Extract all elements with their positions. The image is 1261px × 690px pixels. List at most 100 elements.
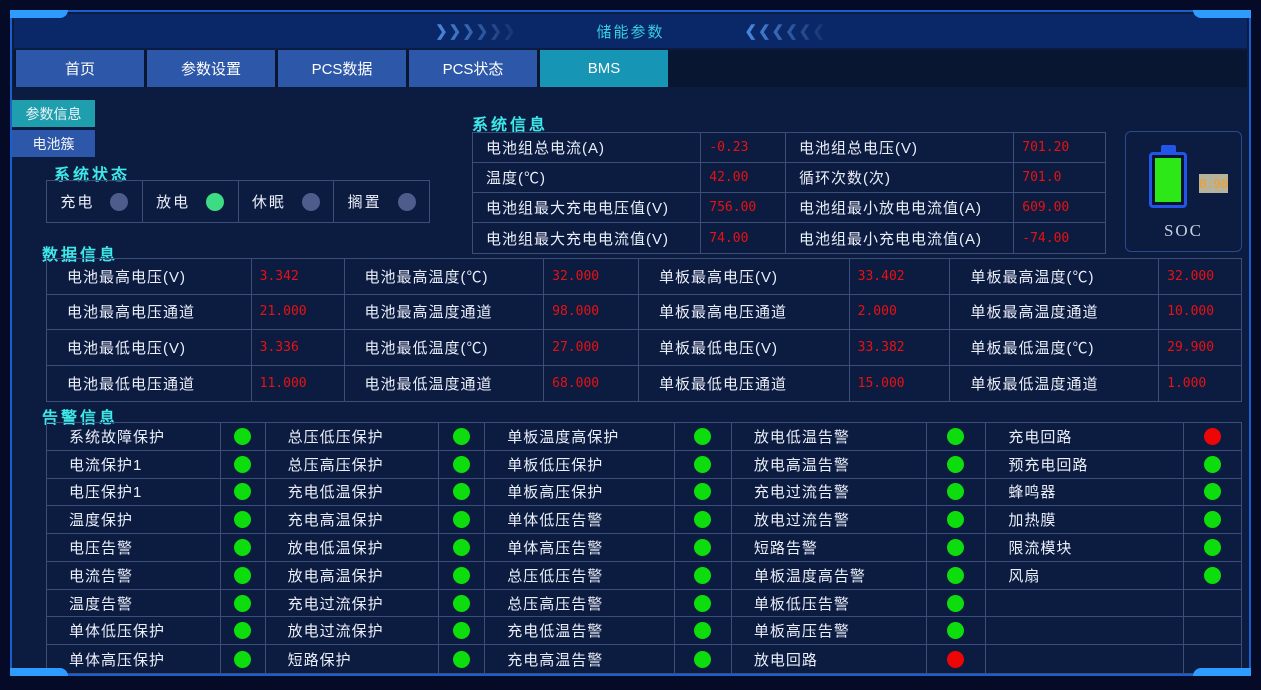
alarm-label-cell: 充电高温告警 <box>485 645 675 673</box>
alarm-indicator-icon <box>453 538 471 556</box>
label-cell: 单板最高温度(℃) <box>950 259 1160 295</box>
label-cell: 电池组最大充电电压值(V) <box>473 193 702 223</box>
alarm-indicator-icon <box>694 483 712 501</box>
tab-1[interactable]: 首页 <box>16 50 144 87</box>
alarm-dot-cell <box>221 645 266 673</box>
side-button-1[interactable]: 参数信息 <box>12 100 95 127</box>
alarm-indicator-icon <box>947 650 965 668</box>
alarm-label-cell: 限流模块 <box>986 534 1185 562</box>
data-info-table: 电池最高电压(V) 3.342 电池最高温度(℃) 32.000 单板最高电压(V) 33… <box>46 258 1242 402</box>
alarm-label-cell: 单体高压保护 <box>47 645 221 673</box>
alarm-label-cell: 单体低压告警 <box>485 506 675 535</box>
tab-3[interactable]: PCS数据 <box>278 50 406 87</box>
tab-2[interactable]: 参数设置 <box>147 50 275 87</box>
alarm-label-cell <box>986 645 1185 673</box>
alarm-label-cell: 放电过流保护 <box>265 617 440 646</box>
alarm-indicator-icon <box>1204 483 1222 501</box>
alarm-dot-cell <box>1184 534 1241 562</box>
corner-accent-top-left <box>10 10 68 18</box>
alarm-indicator-icon <box>234 483 252 501</box>
alarm-dot-cell <box>439 478 486 507</box>
status-cell-3: 休眠 <box>239 181 335 222</box>
alarm-label-cell <box>986 617 1185 646</box>
alarm-dot-cell <box>674 478 732 507</box>
label-cell: 循环次数(次) <box>786 163 1015 193</box>
status-label: 放电 <box>156 194 191 211</box>
tab-5[interactable]: BMS <box>540 50 668 87</box>
alarm-dot-cell <box>220 478 266 507</box>
label-cell: 单板最低温度通道 <box>950 365 1160 401</box>
alarm-dot-cell <box>220 450 266 479</box>
value-cell: -74.00 <box>1022 230 1070 246</box>
corner-accent-bottom-right <box>1193 668 1251 676</box>
alarm-indicator-icon <box>947 622 965 640</box>
alarm-indicator-icon <box>947 455 965 473</box>
alarm-label-cell: 单板低压告警 <box>731 589 927 618</box>
alarm-dot-cell <box>1184 617 1241 646</box>
alarm-dot-cell <box>675 645 732 673</box>
alarm-dot-cell <box>674 589 732 618</box>
label-cell: 电池组最小充电电流值(A) <box>786 223 1015 253</box>
alarm-indicator-icon <box>453 650 471 668</box>
alarm-indicator-icon <box>947 594 965 612</box>
alarm-label-cell: 充电回路 <box>986 423 1185 451</box>
alarm-label-cell: 系统故障保护 <box>47 423 221 451</box>
value-cell: 756.00 <box>701 193 786 223</box>
page-title: 储能参数 <box>596 23 665 41</box>
title-bar: ❯❯❯❯❯❯ 储能参数 ❮❮❮❮❮❮ <box>14 14 1247 48</box>
label-cell: 电池最高温度通道 <box>344 294 545 330</box>
alarm-label-cell: 电流告警 <box>47 561 221 590</box>
alarm-indicator-icon <box>1204 566 1222 584</box>
value-cell: 32.000 <box>544 259 639 295</box>
tab-4[interactable]: PCS状态 <box>409 50 537 87</box>
value-cell: 27.000 <box>544 330 639 366</box>
value-cell: 29.900 <box>1159 330 1241 366</box>
side-button-2[interactable]: 电池簇 <box>12 130 95 157</box>
tab-bar: 首页 参数设置 PCS数据 PCS状态 BMS <box>14 50 1247 87</box>
alarm-indicator-icon <box>694 455 712 473</box>
alarm-label-cell: 单板温度高告警 <box>731 561 927 590</box>
alarm-label-cell: 放电过流告警 <box>731 506 927 535</box>
alarm-indicator-icon <box>453 566 471 584</box>
alarm-label-cell: 短路保护 <box>266 645 440 673</box>
alarm-dot-cell <box>926 617 987 646</box>
alarm-indicator-icon <box>694 594 712 612</box>
system-status-box: 充电 放电 休眠 搁置 <box>46 180 430 223</box>
alarm-label-cell: 放电低温保护 <box>265 534 440 562</box>
label-cell: 单板最高电压通道 <box>639 294 850 330</box>
value-cell: 11.000 <box>252 365 345 401</box>
chevrons-left-icon: ❮❮❮❮❮❮ <box>744 23 826 40</box>
label-cell: 单板最低温度(℃) <box>950 330 1160 366</box>
corner-accent-top-right <box>1193 10 1251 18</box>
alarm-indicator-icon <box>453 483 471 501</box>
alarm-indicator-icon <box>234 455 252 473</box>
value-cell: 32.000 <box>1159 259 1241 295</box>
alarm-indicator-icon <box>694 622 712 640</box>
alarm-dot-cell <box>1184 423 1241 451</box>
alarm-indicator-icon <box>234 650 252 668</box>
status-indicator-icon <box>301 192 320 211</box>
alarm-label-cell <box>986 589 1185 618</box>
alarm-dot-cell <box>674 561 732 590</box>
alarm-indicator-icon <box>1204 538 1222 556</box>
alarm-indicator-icon <box>947 566 965 584</box>
side-button-group: 参数信息 电池簇 <box>12 100 95 157</box>
alarm-indicator-icon <box>694 566 712 584</box>
value-cell: 10.000 <box>1159 295 1241 330</box>
alarm-dot-cell <box>220 589 266 618</box>
label-cell: 温度(℃) <box>473 163 702 193</box>
alarm-dot-cell <box>439 423 486 451</box>
alarm-dot-cell <box>926 423 987 451</box>
alarm-label-cell: 放电回路 <box>732 645 927 673</box>
alarm-indicator-icon <box>453 511 471 529</box>
alarm-indicator-icon <box>453 455 471 473</box>
label-cell: 电池组最大充电电流值(V) <box>473 223 702 253</box>
value-cell: 21.000 <box>251 294 345 330</box>
chevrons-right-icon: ❯❯❯❯❯❯ <box>435 23 517 40</box>
alarm-label-cell: 充电过流告警 <box>731 478 927 507</box>
alarm-indicator-icon <box>234 511 252 529</box>
battery-fill <box>1155 158 1181 202</box>
alarm-indicator-icon <box>947 427 965 445</box>
alarm-indicator-icon <box>1204 427 1222 445</box>
status-label: 休眠 <box>251 194 286 211</box>
